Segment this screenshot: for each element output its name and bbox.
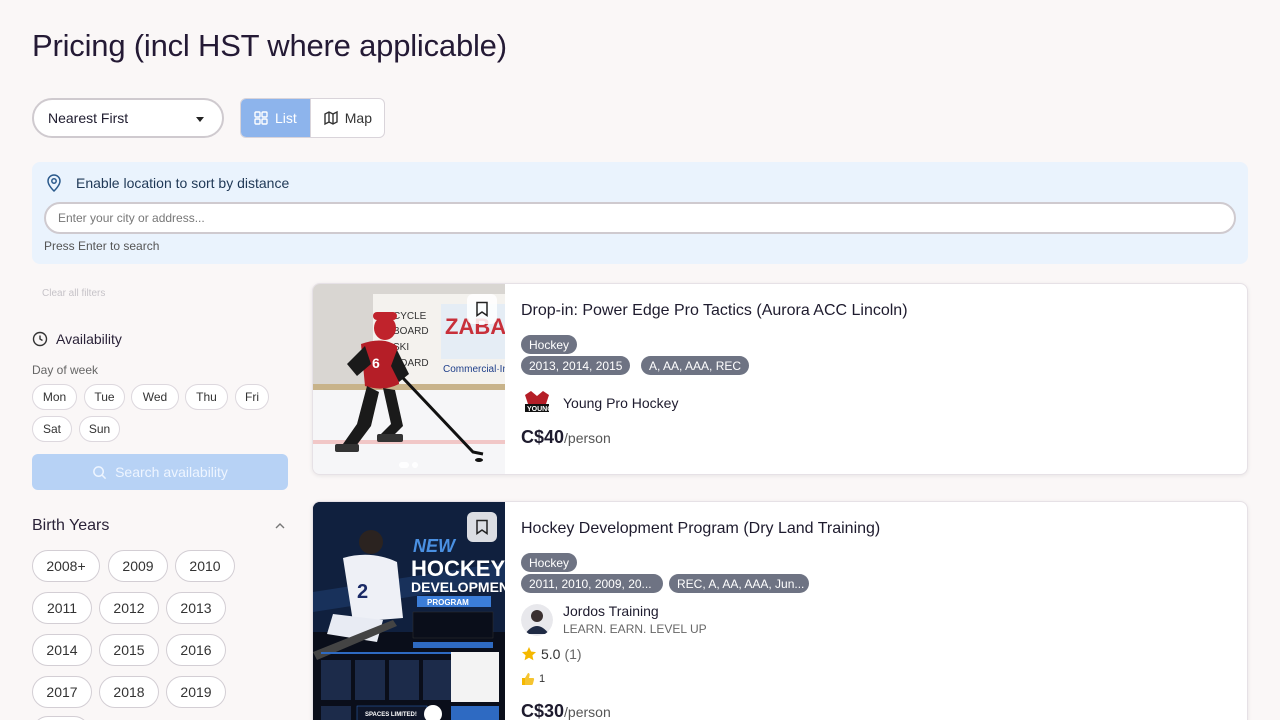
day-pill-mon[interactable]: Mon — [32, 384, 77, 410]
list-view-label: List — [275, 110, 297, 126]
year-pill-2008-plus[interactable]: 2008+ — [32, 550, 100, 582]
star-icon — [522, 647, 536, 661]
svg-text:6: 6 — [372, 355, 380, 371]
levels-tag: A, AA, AAA, REC — [641, 356, 750, 375]
organizer-tagline: LEARN. EARN. LEVEL UP — [563, 622, 707, 636]
year-pill-next[interactable] — [32, 716, 90, 720]
day-pill-thu[interactable]: Thu — [185, 384, 228, 410]
location-hint: Press Enter to search — [44, 239, 160, 253]
grid-icon — [254, 111, 268, 125]
day-pill-wed[interactable]: Wed — [131, 384, 179, 410]
organizer[interactable]: Jordos Training LEARN. EARN. LEVEL UP — [521, 603, 707, 636]
organizer-name: Jordos Training — [563, 603, 659, 619]
location-heading-text: Enable location to sort by distance — [76, 175, 290, 191]
price-amount: C$40 — [521, 427, 565, 447]
carousel-dot-active[interactable] — [399, 462, 409, 468]
thumbs-up-icon — [522, 673, 535, 685]
levels-tag: REC, A, AA, AAA, Jun... — [669, 574, 809, 593]
svg-text:Commercial·Ind: Commercial·Ind — [443, 364, 505, 375]
bookmark-button[interactable] — [467, 294, 497, 324]
search-availability-label: Search availability — [115, 464, 228, 480]
availability-header: Availability — [32, 331, 122, 347]
birth-years-header[interactable]: Birth Years — [32, 517, 109, 535]
years-tag: 2013, 2014, 2015 — [521, 356, 631, 375]
location-heading[interactable]: Enable location to sort by distance — [46, 174, 289, 192]
sport-tag: Hockey — [521, 335, 578, 354]
day-pill-tue[interactable]: Tue — [84, 384, 125, 410]
price-unit: /person — [564, 430, 611, 446]
listing-title[interactable]: Drop-in: Power Edge Pro Tactics (Aurora … — [521, 302, 908, 320]
year-pill-2017[interactable]: 2017 — [32, 676, 92, 708]
year-pill-2018[interactable]: 2018 — [99, 676, 159, 708]
listing-title[interactable]: Hockey Development Program (Dry Land Tra… — [521, 520, 880, 538]
sort-select[interactable]: Nearest First — [32, 98, 224, 138]
svg-text:BOARD: BOARD — [393, 326, 429, 337]
bookmark-button[interactable] — [467, 512, 497, 542]
price-amount: C$30 — [521, 701, 565, 720]
day-of-week-label: Day of week — [32, 363, 99, 377]
bookmark-icon — [476, 519, 488, 535]
listing-card[interactable]: ZABAS Commercial·Ind CYCLE BOARD SKI BOA… — [312, 283, 1248, 475]
listing-image[interactable]: ZABAS Commercial·Ind CYCLE BOARD SKI BOA… — [313, 284, 505, 474]
day-pill-sun[interactable]: Sun — [79, 416, 120, 442]
day-pill-fri[interactable]: Fri — [235, 384, 269, 410]
likes: 1 — [521, 672, 545, 686]
organizer-name: Young Pro Hockey — [563, 395, 679, 411]
year-pill-2010[interactable]: 2010 — [175, 550, 235, 582]
svg-text:YOUNG: YOUNG — [527, 406, 553, 413]
organizer-logo: YOUNG — [521, 387, 553, 419]
availability-label: Availability — [56, 331, 122, 347]
clear-filters-link[interactable]: Clear all filters — [42, 288, 105, 299]
page-title: Pricing (incl HST where applicable) — [32, 28, 507, 63]
sort-select-value: Nearest First — [48, 110, 129, 126]
bookmark-icon — [476, 301, 488, 317]
map-view-label: Map — [344, 110, 372, 126]
rating-value: 5.0 — [541, 646, 561, 662]
search-availability-button[interactable]: Search availability — [32, 454, 288, 490]
year-pill-2019[interactable]: 2019 — [166, 676, 226, 708]
map-icon — [324, 110, 338, 126]
map-view-button[interactable]: Map — [309, 99, 384, 137]
location-panel: Enable location to sort by distance Pres… — [32, 162, 1248, 264]
day-pill-sat[interactable]: Sat — [32, 416, 72, 442]
organizer[interactable]: YOUNG Young Pro Hockey — [521, 387, 678, 419]
listing-price: C$30/person — [521, 701, 611, 720]
list-view-button[interactable]: List — [241, 99, 310, 137]
likes-count: 1 — [539, 673, 546, 685]
location-search-input[interactable] — [44, 202, 1236, 234]
clock-icon — [32, 331, 48, 347]
poster-footer: SPACES LIMITED! — [365, 712, 417, 718]
year-pill-2011[interactable]: 2011 — [32, 592, 92, 624]
svg-text:CYCLE: CYCLE — [393, 311, 427, 322]
year-pill-2015[interactable]: 2015 — [99, 634, 159, 666]
listing-card[interactable]: 2 NEW HOCKEY DEVELOPMENT PROGRAM SPACES … — [312, 501, 1248, 720]
poster-line-2: HOCKEY — [411, 556, 505, 581]
sport-tag: Hockey — [521, 553, 578, 572]
year-pill-2014[interactable]: 2014 — [32, 634, 92, 666]
map-pin-icon — [47, 174, 61, 192]
view-toggle: List Map — [240, 98, 385, 138]
chevron-up-icon[interactable] — [274, 520, 286, 532]
svg-text:2: 2 — [357, 581, 368, 603]
poster-line-1: NEW — [413, 536, 457, 556]
poster-line-4: PROGRAM — [427, 598, 469, 607]
search-icon — [93, 465, 107, 479]
listing-image[interactable]: 2 NEW HOCKEY DEVELOPMENT PROGRAM SPACES … — [313, 502, 505, 720]
year-pill-2013[interactable]: 2013 — [166, 592, 226, 624]
rating-count: (1) — [564, 646, 582, 662]
rating: 5.0 (1) — [521, 646, 582, 662]
caret-down-icon — [196, 117, 204, 122]
year-pill-2012[interactable]: 2012 — [99, 592, 159, 624]
carousel-dot[interactable] — [412, 462, 418, 468]
carousel-dots — [399, 462, 418, 468]
poster-line-3: DEVELOPMENT — [411, 579, 505, 595]
year-pill-2009[interactable]: 2009 — [108, 550, 168, 582]
years-tag: 2011, 2010, 2009, 20... — [521, 574, 663, 593]
price-unit: /person — [564, 704, 611, 720]
listing-price: C$40/person — [521, 427, 611, 448]
organizer-avatar — [521, 603, 553, 636]
year-pill-2016[interactable]: 2016 — [166, 634, 226, 666]
